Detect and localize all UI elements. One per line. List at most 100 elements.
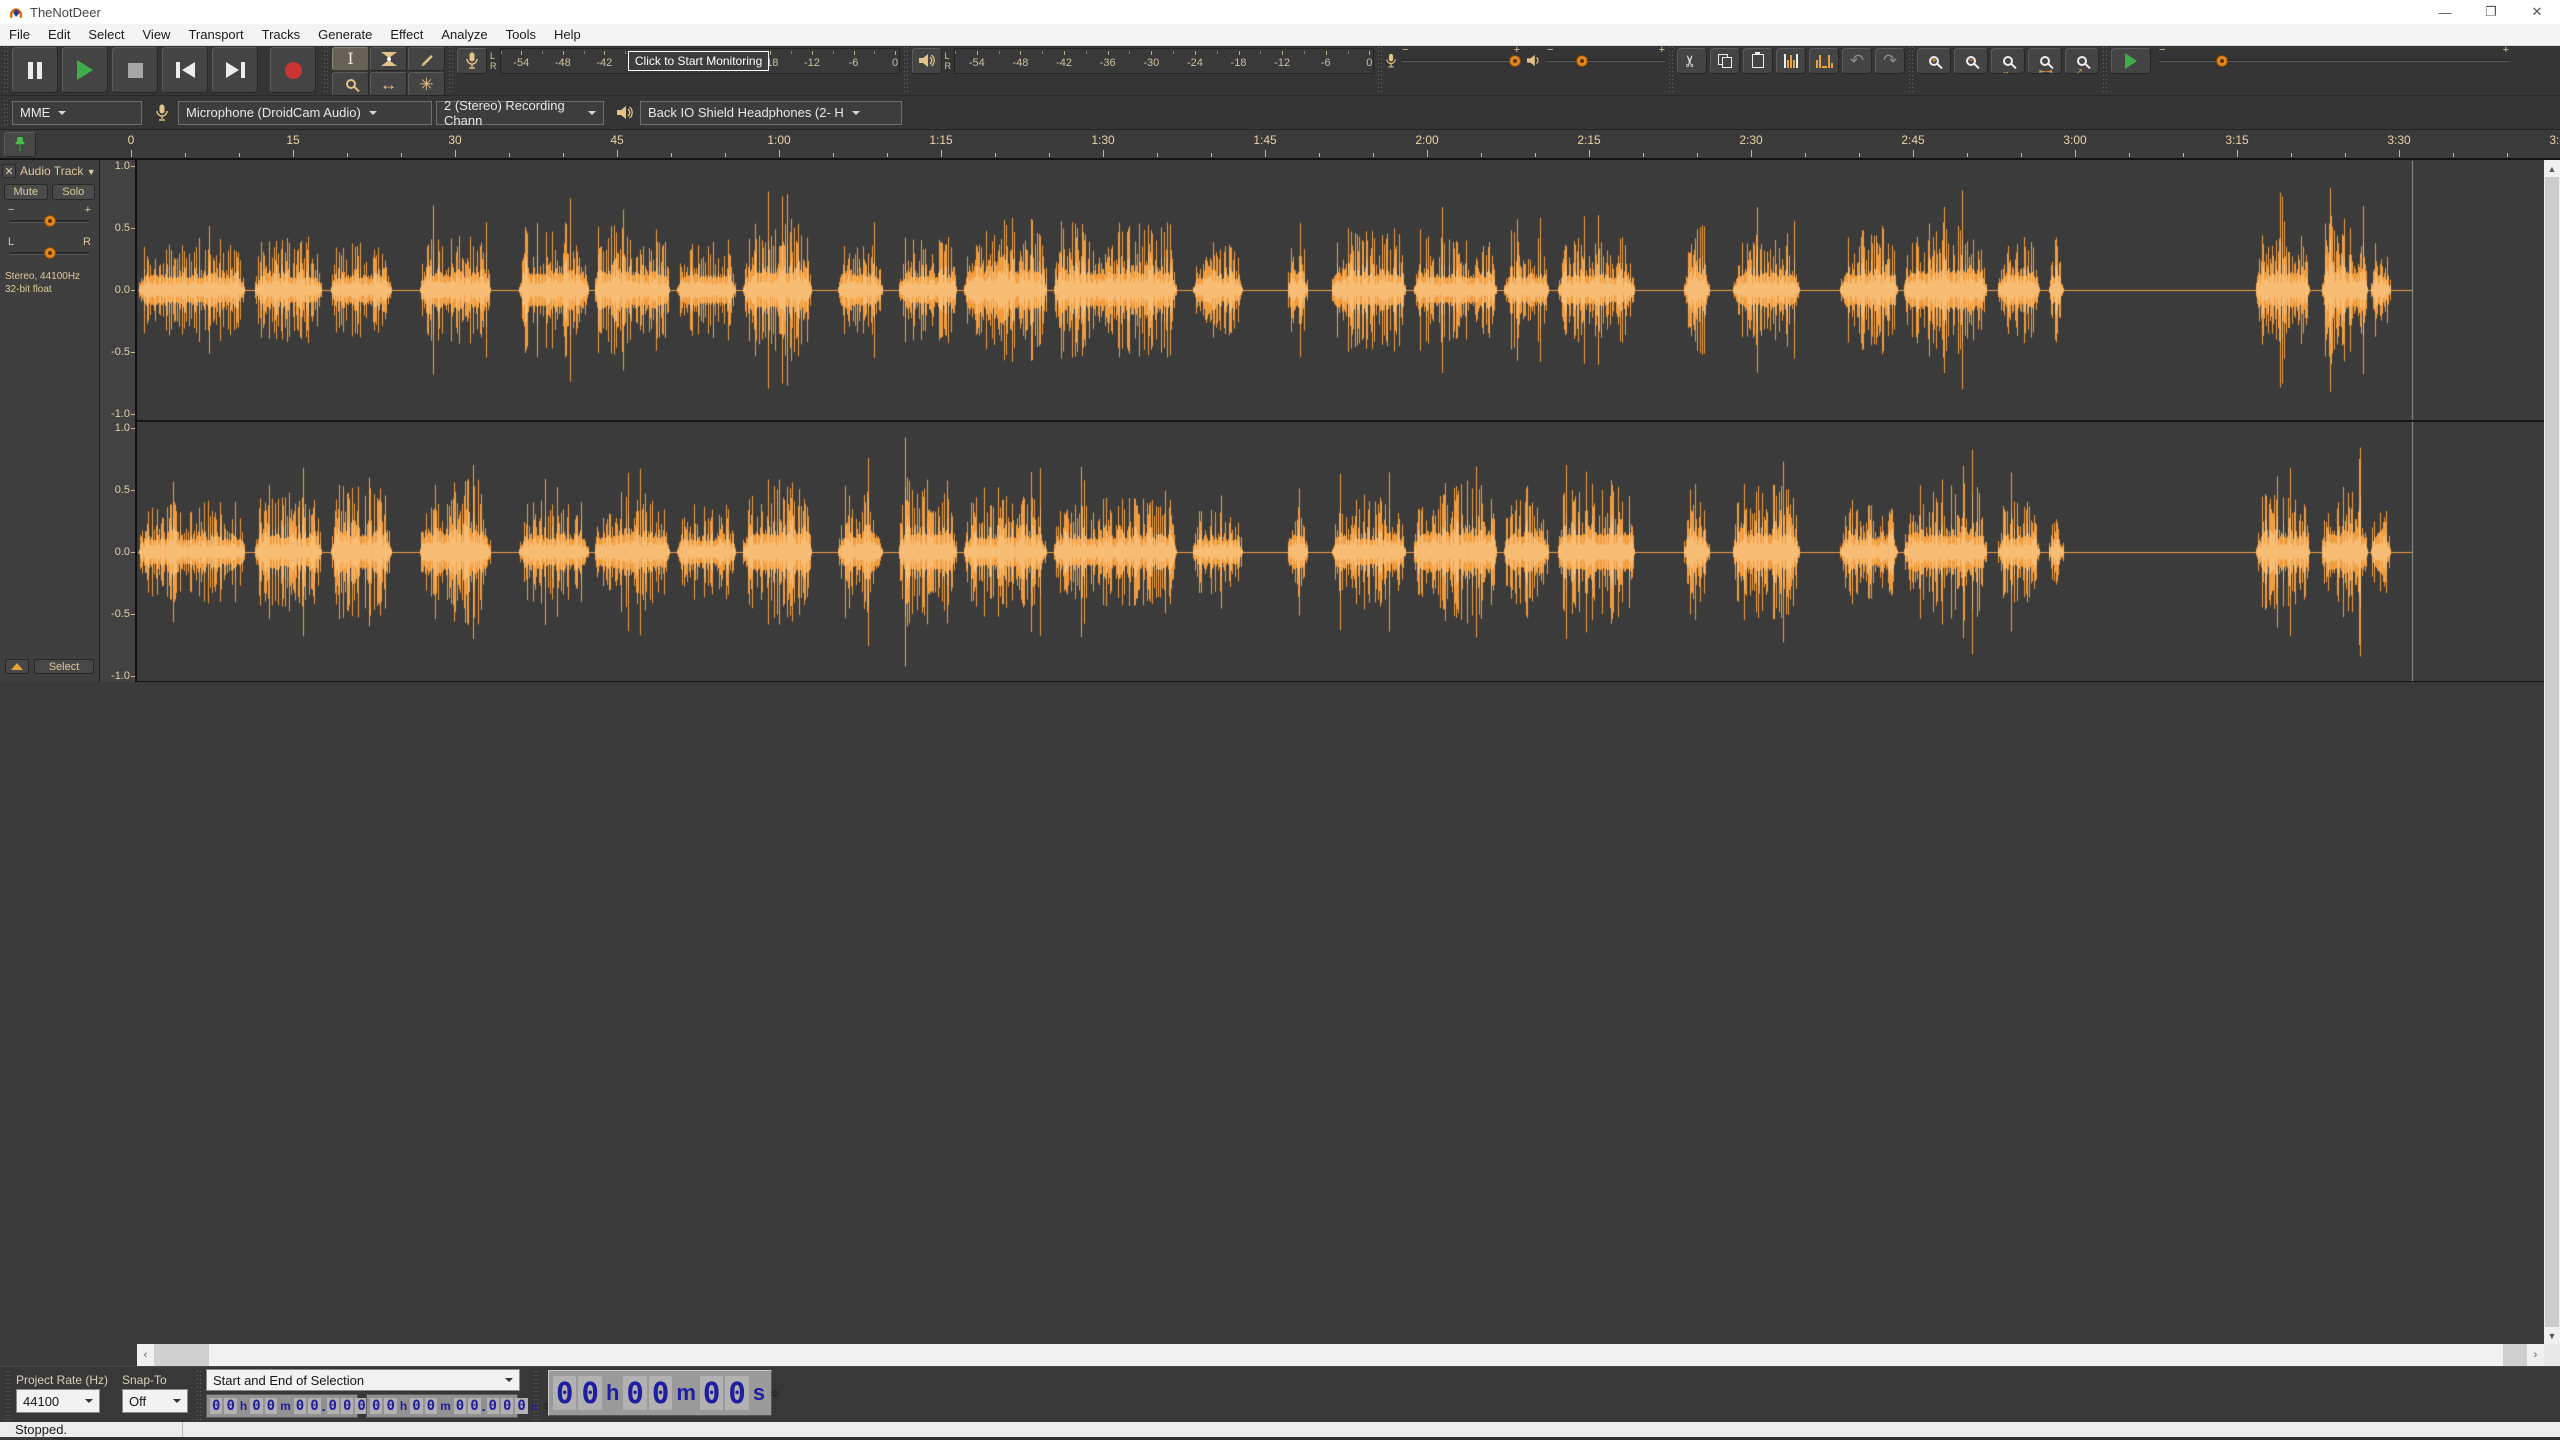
edit-toolbar-grip[interactable] xyxy=(1667,47,1675,95)
track-title-dropdown[interactable]: Audio Track ▼ xyxy=(20,164,96,178)
time-digit[interactable]: 0 xyxy=(553,1376,576,1410)
play-speed-thumb[interactable] xyxy=(2216,55,2228,67)
menu-item-tracks[interactable]: Tracks xyxy=(253,24,310,46)
time-digit[interactable]: 0 xyxy=(370,1398,382,1414)
project-rate-dropdown[interactable]: 44100 xyxy=(16,1389,100,1413)
time-shift-tool-button[interactable]: ↔ xyxy=(370,72,407,96)
close-button[interactable]: ✕ xyxy=(2514,0,2560,24)
fit-selection-button[interactable]: ↔ xyxy=(1991,48,2025,74)
solo-button[interactable]: Solo xyxy=(52,184,96,200)
selection-mode-dropdown[interactable]: Start and End of Selection xyxy=(206,1369,520,1391)
recording-volume-slider[interactable]: −+ xyxy=(1402,51,1520,71)
paste-button[interactable] xyxy=(1743,48,1773,74)
play-button[interactable] xyxy=(62,47,108,93)
time-digit[interactable]: 0 xyxy=(649,1376,672,1410)
track-gain-slider[interactable]: − + xyxy=(10,214,89,228)
recording-meter-grip[interactable] xyxy=(447,47,455,95)
recording-device-dropdown[interactable]: Microphone (DroidCam Audio) xyxy=(178,101,432,125)
vertical-scale-ruler[interactable]: 1.00.50.0-0.5-1.01.00.50.0-0.5-1.0 xyxy=(100,160,137,682)
time-digit[interactable]: h xyxy=(240,1399,247,1413)
time-digit[interactable]: 0 xyxy=(501,1398,513,1414)
audio-position-display[interactable]: 00h00m00s xyxy=(548,1370,772,1416)
cut-button[interactable]: ✂ xyxy=(1677,48,1707,74)
tools-toolbar-grip[interactable] xyxy=(322,47,330,95)
minimize-button[interactable]: — xyxy=(2422,0,2468,24)
horizontal-scrollbar[interactable]: ‹ › xyxy=(137,1344,2544,1366)
mixer-toolbar-grip[interactable] xyxy=(1376,47,1384,95)
audio-host-dropdown[interactable]: MME xyxy=(12,101,142,125)
envelope-tool-button[interactable] xyxy=(370,47,407,71)
menu-item-file[interactable]: File xyxy=(0,24,39,46)
selection-tool-button[interactable]: I xyxy=(332,47,369,71)
playback-device-dropdown[interactable]: Back IO Shield Headphones (2- H xyxy=(640,101,902,125)
selection-end-field[interactable]: 00h00m00.000s xyxy=(366,1394,518,1418)
scroll-right-arrow-icon[interactable]: › xyxy=(2527,1344,2544,1366)
pause-button[interactable] xyxy=(12,47,58,93)
zoom-toolbar-grip[interactable] xyxy=(1907,47,1915,95)
multi-tool-button[interactable]: ✳ xyxy=(408,72,445,96)
silence-audio-button[interactable] xyxy=(1809,48,1839,74)
zoom-in-button[interactable]: + xyxy=(1917,48,1951,74)
menu-item-generate[interactable]: Generate xyxy=(309,24,381,46)
zoom-out-button[interactable]: − xyxy=(1954,48,1988,74)
trim-audio-button[interactable] xyxy=(1776,48,1806,74)
skip-to-start-button[interactable] xyxy=(162,47,208,93)
time-digit[interactable]: 0 xyxy=(578,1376,601,1410)
time-digit[interactable]: h xyxy=(400,1399,407,1413)
selection-toolbar-grip[interactable] xyxy=(4,1371,12,1423)
menu-item-analyze[interactable]: Analyze xyxy=(432,24,496,46)
draw-tool-button[interactable] xyxy=(408,47,445,71)
time-toolbar-grip[interactable] xyxy=(532,1371,540,1423)
time-digit[interactable]: 0 xyxy=(384,1398,396,1414)
collapse-track-button[interactable] xyxy=(5,659,29,674)
selection-fields-grip[interactable] xyxy=(195,1371,203,1423)
menu-item-select[interactable]: Select xyxy=(79,24,133,46)
selection-start-field[interactable]: 00h00m00.000s xyxy=(206,1394,358,1418)
recording-volume-thumb[interactable] xyxy=(1509,55,1521,67)
field-spinner[interactable] xyxy=(771,1389,779,1398)
gain-thumb[interactable] xyxy=(44,215,56,227)
time-digit[interactable]: s xyxy=(753,1380,765,1406)
device-toolbar-grip[interactable] xyxy=(2,100,10,126)
vertical-scrollbar-thumb[interactable] xyxy=(2545,177,2559,1327)
time-digit[interactable]: 0 xyxy=(210,1398,222,1414)
time-digit[interactable]: 0 xyxy=(341,1398,353,1414)
skip-to-end-button[interactable] xyxy=(212,47,258,93)
time-digit[interactable]: m xyxy=(280,1399,291,1413)
undo-button[interactable]: ↶ xyxy=(1842,48,1872,74)
play-at-speed-button[interactable] xyxy=(2111,48,2151,74)
time-digit[interactable]: 0 xyxy=(308,1398,320,1414)
menu-item-tools[interactable]: Tools xyxy=(497,24,545,46)
menu-item-transport[interactable]: Transport xyxy=(179,24,252,46)
recording-meter-mic-button[interactable] xyxy=(457,48,487,74)
play-at-speed-grip[interactable] xyxy=(2101,47,2109,95)
time-digit[interactable]: . xyxy=(482,1398,486,1414)
time-digit[interactable]: 0 xyxy=(425,1398,437,1414)
copy-button[interactable] xyxy=(1710,48,1740,74)
timeline-ruler[interactable]: 01530451:001:151:301:452:002:152:302:453… xyxy=(0,130,2560,160)
time-digit[interactable]: . xyxy=(322,1398,326,1414)
record-button[interactable] xyxy=(270,47,316,93)
time-digit[interactable]: h xyxy=(606,1380,619,1406)
horizontal-scrollbar-thumb[interactable] xyxy=(209,1344,2503,1366)
playback-meter[interactable]: -54-48-42-36-30-24-18-12-60 xyxy=(954,48,1374,74)
time-digit[interactable]: 0 xyxy=(468,1398,480,1414)
time-digit[interactable]: 0 xyxy=(700,1376,723,1410)
time-digit[interactable]: 0 xyxy=(265,1398,277,1414)
menu-item-effect[interactable]: Effect xyxy=(381,24,432,46)
timeline-options-button[interactable] xyxy=(4,132,36,157)
menu-item-view[interactable]: View xyxy=(134,24,180,46)
track-close-button[interactable]: ✕ xyxy=(2,164,16,178)
recording-channels-dropdown[interactable]: 2 (Stereo) Recording Chann xyxy=(436,101,604,125)
scroll-left-arrow-icon[interactable]: ‹ xyxy=(137,1344,154,1366)
playback-volume-slider[interactable]: −+ xyxy=(1547,51,1665,71)
time-digit[interactable]: 0 xyxy=(623,1376,646,1410)
track-pan-slider[interactable]: L R xyxy=(10,246,89,260)
pan-thumb[interactable] xyxy=(44,247,56,259)
zoom-tool-button[interactable] xyxy=(332,72,369,96)
fit-project-button[interactable]: ⇤⇥ xyxy=(2028,48,2062,74)
monitoring-tooltip[interactable]: Click to Start Monitoring xyxy=(628,51,769,71)
time-digit[interactable]: m xyxy=(440,1399,451,1413)
time-digit[interactable]: 0 xyxy=(487,1398,499,1414)
time-digit[interactable]: 0 xyxy=(327,1398,339,1414)
